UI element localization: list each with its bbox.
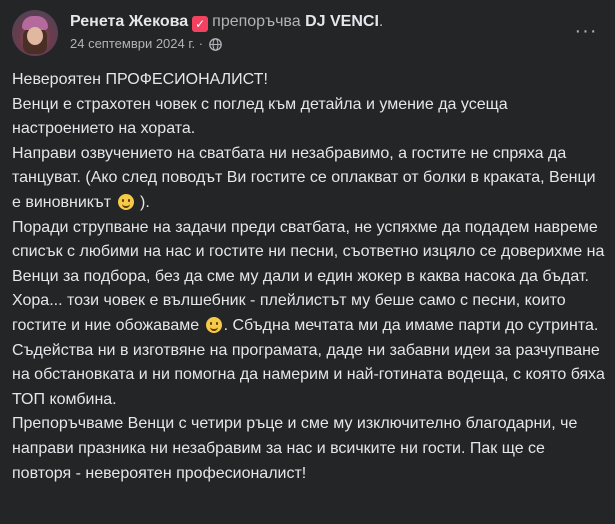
more-options-icon[interactable]: ··· bbox=[571, 21, 601, 44]
paragraph-text: ). bbox=[135, 193, 150, 211]
paragraph-text: Направи озвучението на сватбата ни незаб… bbox=[12, 144, 596, 211]
date-separator: · bbox=[198, 36, 204, 51]
post-meta: Ренета Жекова ✓ препоръчва DJ VENCI. 24 се… bbox=[70, 12, 563, 54]
post-paragraph: Поради струпване на задачи преди сватбат… bbox=[12, 216, 608, 339]
post-title-line: Ренета Жекова ✓ препоръчва DJ VENCI. bbox=[70, 12, 563, 32]
trailing-dot: . bbox=[378, 13, 384, 30]
post-timestamp-line: 24 септември 2024 г. · bbox=[70, 36, 563, 54]
post-paragraph: Препоръчваме Венци с четири ръце и сме м… bbox=[12, 415, 578, 482]
post-paragraph: Венци е страхотен човек с поглед към дет… bbox=[12, 95, 508, 138]
post-header: Ренета Жекова ✓ препоръчва DJ VENCI. 24 се… bbox=[12, 8, 603, 58]
post-paragraph: Невероятен ПРОФЕСИОНАЛИСТ! bbox=[12, 71, 268, 88]
paragraph-text: . Сбъдна мечтата ми да имаме парти до су… bbox=[223, 316, 599, 334]
author-name[interactable]: Ренета Жекова bbox=[70, 13, 188, 30]
globe-icon bbox=[208, 38, 222, 54]
post-paragraph: Направи озвучението на сватбата ни незаб… bbox=[12, 142, 608, 216]
recommend-verb: препоръчва bbox=[212, 13, 301, 30]
author-avatar[interactable] bbox=[12, 10, 58, 56]
page-name-link[interactable]: DJ VENCI bbox=[305, 13, 379, 30]
smiley-emoji-icon bbox=[205, 316, 222, 333]
avatar-face bbox=[27, 27, 43, 45]
smiley-emoji-icon bbox=[117, 193, 134, 210]
post-body: Невероятен ПРОФЕСИОНАЛИСТ! Венци е страх… bbox=[12, 68, 608, 486]
recommend-badge-icon: ✓ bbox=[192, 16, 209, 32]
post-paragraph: Съдейства ни в изготвяне на програмата, … bbox=[12, 341, 605, 408]
post-date[interactable]: 24 септември 2024 г. bbox=[70, 36, 195, 51]
